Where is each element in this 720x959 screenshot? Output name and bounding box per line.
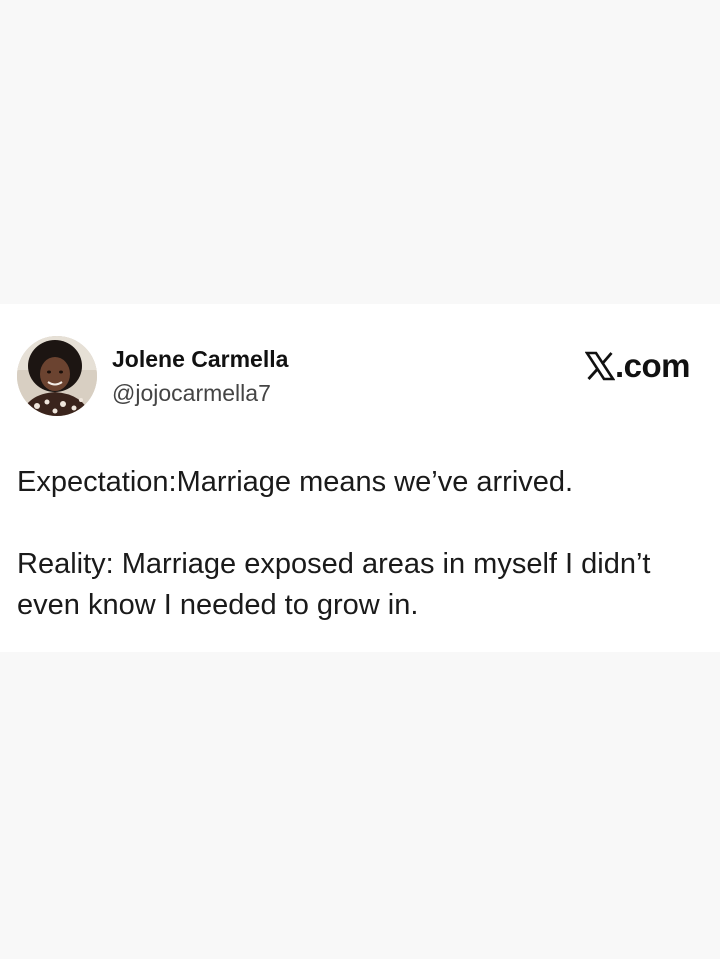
avatar-image	[17, 336, 97, 416]
brand-link[interactable]: .com	[584, 347, 691, 384]
tweet-card: Jolene Carmella @jojocarmella7 .com Expe…	[0, 304, 720, 652]
brand-label: .com	[614, 347, 691, 384]
page: Jolene Carmella @jojocarmella7 .com Expe…	[0, 0, 720, 959]
tweet-paragraph-reality: Reality: Marriage exposed areas in mysel…	[17, 548, 659, 621]
handle[interactable]: @jojocarmella7	[112, 378, 271, 408]
display-name[interactable]: Jolene Carmella	[112, 344, 288, 374]
x-logo-icon	[584, 351, 615, 381]
tweet-paragraph-expectation: Expectation:Marriage means we’ve arrived…	[17, 466, 574, 498]
tweet-body: Expectation:Marriage means we’ve arrived…	[17, 462, 707, 626]
avatar[interactable]	[17, 336, 97, 416]
